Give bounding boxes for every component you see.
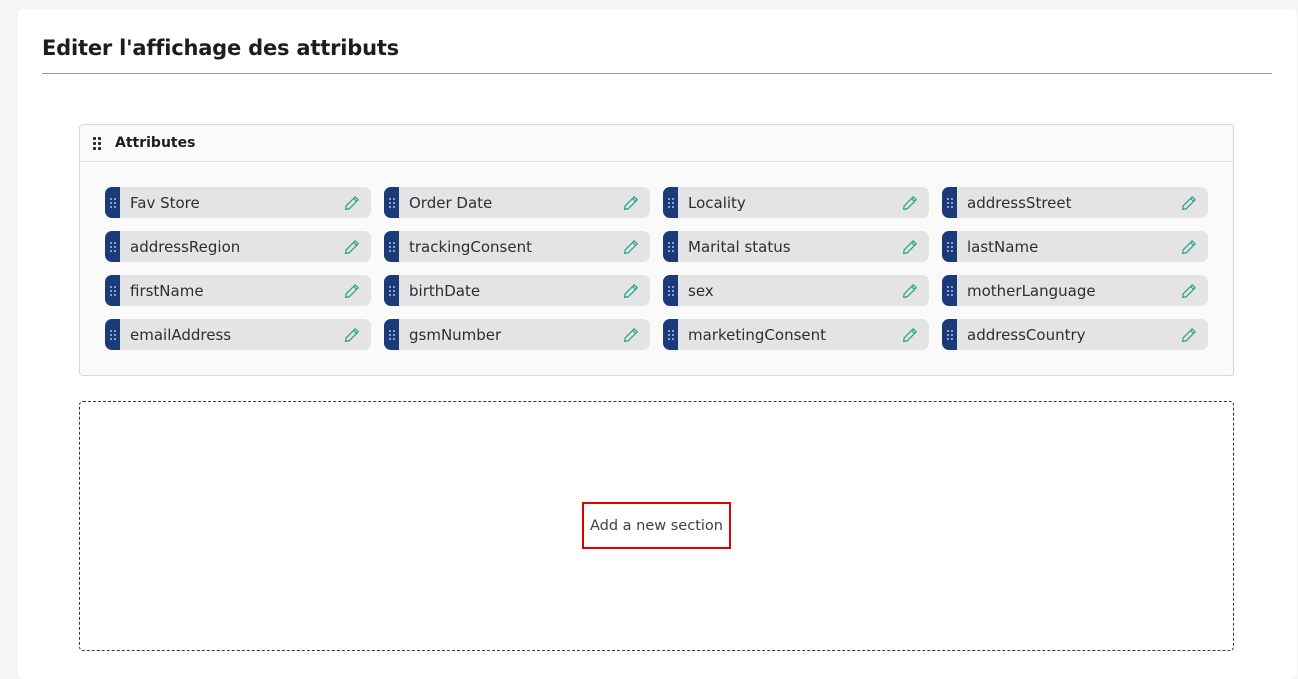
drag-handle-icon[interactable] — [105, 187, 120, 218]
drag-handle-icon[interactable] — [663, 187, 678, 218]
drag-handle-icon[interactable] — [942, 187, 957, 218]
attribute-label: marketingConsent — [688, 325, 827, 344]
attribute-label: Fav Store — [130, 193, 200, 212]
attribute-chip[interactable]: motherLanguage — [942, 275, 1208, 306]
attribute-label: sex — [688, 281, 714, 300]
attribute-label: emailAddress — [130, 325, 232, 344]
pencil-icon[interactable] — [1180, 238, 1198, 256]
attribute-chip[interactable]: Fav Store — [105, 187, 371, 218]
attribute-chip[interactable]: addressCountry — [942, 319, 1208, 350]
drag-handle-icon[interactable] — [105, 319, 120, 350]
attribute-chip[interactable]: addressRegion — [105, 231, 371, 262]
attribute-chip[interactable]: lastName — [942, 231, 1208, 262]
attribute-label: lastName — [967, 237, 1039, 256]
attribute-chip[interactable]: marketingConsent — [663, 319, 929, 350]
drag-handle-icon[interactable] — [105, 231, 120, 262]
attribute-chip[interactable]: emailAddress — [105, 319, 371, 350]
pencil-icon[interactable] — [622, 238, 640, 256]
section-header[interactable]: Attributes — [80, 125, 1233, 162]
drag-handle-icon[interactable] — [384, 187, 399, 218]
pencil-icon[interactable] — [901, 282, 919, 300]
attribute-label: Marital status — [688, 237, 791, 256]
attributes-section[interactable]: Attributes Fav Store Order Date Locality ad… — [79, 124, 1234, 376]
attribute-label: firstName — [130, 281, 204, 300]
attribute-chip[interactable]: firstName — [105, 275, 371, 306]
attribute-label: addressRegion — [130, 237, 241, 256]
drag-handle-icon[interactable] — [663, 275, 678, 306]
drag-handle-icon[interactable] — [384, 275, 399, 306]
attribute-chip[interactable]: gsmNumber — [384, 319, 650, 350]
attribute-chip[interactable]: addressStreet — [942, 187, 1208, 218]
pencil-icon[interactable] — [901, 194, 919, 212]
editor-card: Editer l'affichage des attributs Attribu… — [18, 9, 1297, 679]
pencil-icon[interactable] — [622, 194, 640, 212]
pencil-icon[interactable] — [901, 326, 919, 344]
attribute-chip[interactable]: trackingConsent — [384, 231, 650, 262]
pencil-icon[interactable] — [1180, 194, 1198, 212]
drag-handle-icon[interactable] — [384, 319, 399, 350]
attribute-label: trackingConsent — [409, 237, 532, 256]
attribute-label: addressCountry — [967, 325, 1086, 344]
page-title: Editer l'affichage des attributs — [42, 36, 399, 60]
drag-handle-icon[interactable] — [942, 231, 957, 262]
attribute-label: gsmNumber — [409, 325, 502, 344]
drag-handle-icon[interactable] — [105, 275, 120, 306]
add-section-button[interactable]: Add a new section — [582, 502, 731, 549]
pencil-icon[interactable] — [343, 238, 361, 256]
pencil-icon[interactable] — [343, 326, 361, 344]
pencil-icon[interactable] — [622, 326, 640, 344]
drag-handle-icon[interactable] — [384, 231, 399, 262]
pencil-icon[interactable] — [343, 194, 361, 212]
attribute-chip[interactable]: sex — [663, 275, 929, 306]
attribute-chip[interactable]: birthDate — [384, 275, 650, 306]
attribute-grid: Fav Store Order Date Locality addressStreet… — [105, 187, 1208, 350]
attribute-chip[interactable]: Order Date — [384, 187, 650, 218]
pencil-icon[interactable] — [1180, 326, 1198, 344]
pencil-icon[interactable] — [1180, 282, 1198, 300]
attribute-chip[interactable]: Marital status — [663, 231, 929, 262]
attribute-label: Locality — [688, 193, 746, 212]
section-title: Attributes — [115, 135, 196, 151]
attribute-label: motherLanguage — [967, 281, 1096, 300]
attribute-label: addressStreet — [967, 193, 1072, 212]
attribute-label: Order Date — [409, 193, 493, 212]
attribute-chip[interactable]: Locality — [663, 187, 929, 218]
title-divider — [42, 73, 1272, 74]
pencil-icon[interactable] — [622, 282, 640, 300]
drag-handle-icon[interactable] — [663, 319, 678, 350]
pencil-icon[interactable] — [343, 282, 361, 300]
drag-grip-icon[interactable] — [93, 136, 101, 150]
drag-handle-icon[interactable] — [942, 275, 957, 306]
pencil-icon[interactable] — [901, 238, 919, 256]
drag-handle-icon[interactable] — [942, 319, 957, 350]
drag-handle-icon[interactable] — [663, 231, 678, 262]
attribute-label: birthDate — [409, 281, 481, 300]
